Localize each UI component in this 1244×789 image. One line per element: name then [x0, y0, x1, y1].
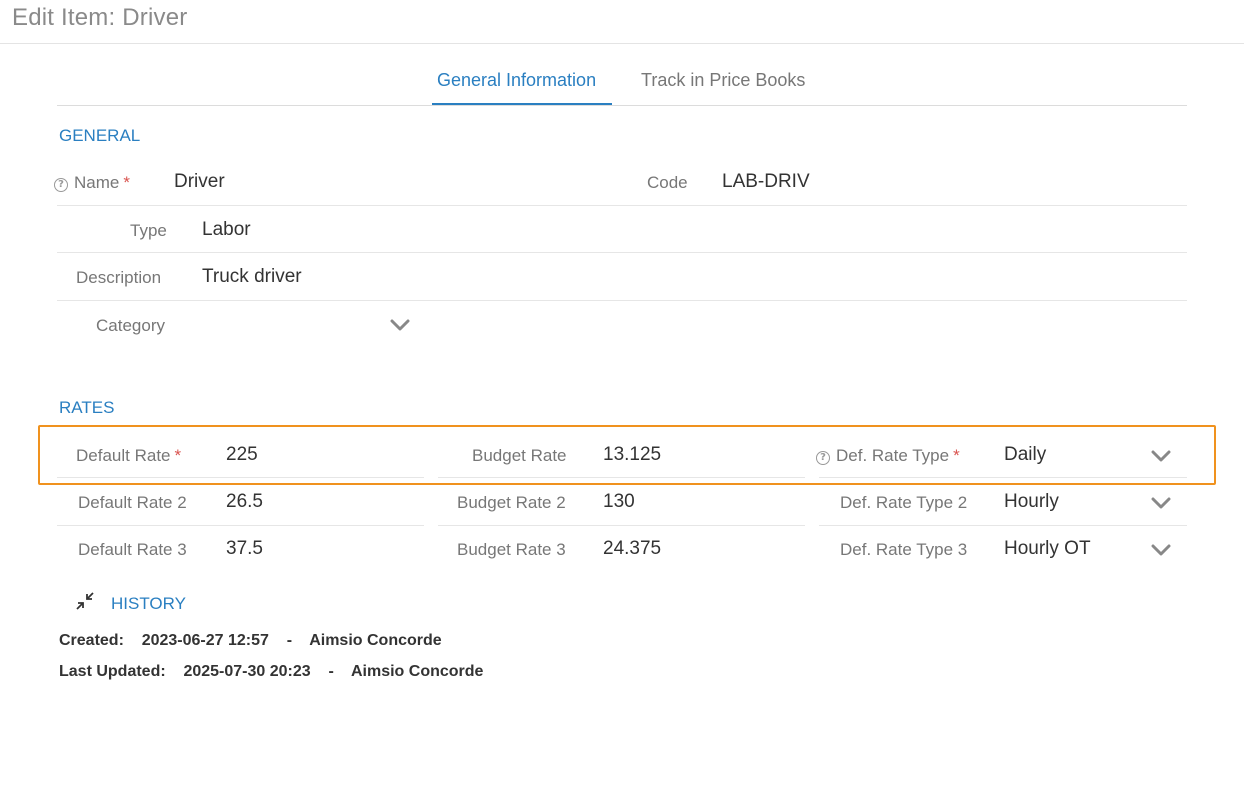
updated-by: Aimsio Concorde	[350, 663, 484, 680]
def-rate-type-3-select[interactable]: Hourly OT	[1004, 538, 1091, 560]
separator: -	[286, 632, 293, 649]
description-field[interactable]: Truck driver	[202, 266, 302, 288]
description-label: Description	[76, 268, 162, 287]
row-divider	[819, 525, 1187, 526]
budget-rate-3-label: Budget Rate 3	[457, 540, 566, 559]
budget-rate-3-field[interactable]: 24.375	[603, 538, 661, 560]
history-section-heading[interactable]: HISTORY	[111, 594, 186, 614]
code-label: Code	[647, 173, 688, 192]
chevron-down-icon[interactable]	[390, 318, 410, 332]
active-tab-indicator	[432, 103, 612, 105]
separator: -	[328, 663, 334, 680]
tab-track-in-price-books[interactable]: Track in Price Books	[641, 70, 805, 91]
created-label: Created:	[59, 632, 124, 649]
chevron-down-icon[interactable]	[1151, 543, 1171, 557]
rates-section-heading: RATES	[59, 398, 115, 417]
page-title: Edit Item: Driver	[12, 4, 188, 31]
edit-item-page: Edit Item: Driver General Information Tr…	[0, 0, 1244, 789]
updated-date: 2025-07-30 20:23	[183, 663, 311, 680]
def-rate-type-3-label: Def. Rate Type 3	[840, 540, 968, 559]
title-divider	[0, 43, 1244, 44]
tab-general-information[interactable]: General Information	[437, 70, 596, 91]
chevron-down-icon[interactable]	[1151, 496, 1171, 510]
category-label: Category	[96, 316, 165, 335]
def-rate-type-2-label: Def. Rate Type 2	[840, 493, 968, 512]
row-divider	[57, 525, 424, 526]
updated-info: Last Updated: 2025-07-30 20:23 - Aimsio …	[59, 663, 483, 681]
general-section-heading: GENERAL	[59, 126, 141, 145]
code-field[interactable]: LAB-DRIV	[722, 171, 810, 193]
updated-label: Last Updated:	[59, 663, 166, 680]
created-info: Created: 2023-06-27 12:57 - Aimsio Conco…	[59, 632, 442, 650]
default-rate-2-label: Default Rate 2	[78, 493, 187, 512]
row-divider	[438, 525, 805, 526]
default-rate-3-label: Default Rate 3	[78, 540, 187, 559]
tabs-divider	[57, 105, 1187, 106]
row-divider	[57, 205, 1187, 206]
type-field[interactable]: Labor	[202, 219, 251, 241]
collapse-arrows-icon[interactable]	[74, 590, 96, 612]
name-label: ? Name *	[54, 173, 130, 193]
name-label-text: Name	[74, 173, 120, 192]
help-icon[interactable]: ?	[54, 178, 68, 192]
row-divider	[57, 300, 1187, 301]
default-rate-2-field[interactable]: 26.5	[226, 491, 263, 513]
required-mark: *	[123, 173, 130, 192]
budget-rate-2-label: Budget Rate 2	[457, 493, 566, 512]
created-by: Aimsio Concorde	[309, 632, 442, 649]
def-rate-type-2-select[interactable]: Hourly	[1004, 491, 1059, 513]
row-divider	[57, 252, 1187, 253]
default-rate-3-field[interactable]: 37.5	[226, 538, 263, 560]
created-date: 2023-06-27 12:57	[141, 632, 269, 649]
highlight-box	[38, 425, 1216, 485]
budget-rate-2-field[interactable]: 130	[603, 491, 635, 513]
name-field[interactable]: Driver	[174, 171, 225, 193]
type-label: Type	[130, 221, 167, 240]
